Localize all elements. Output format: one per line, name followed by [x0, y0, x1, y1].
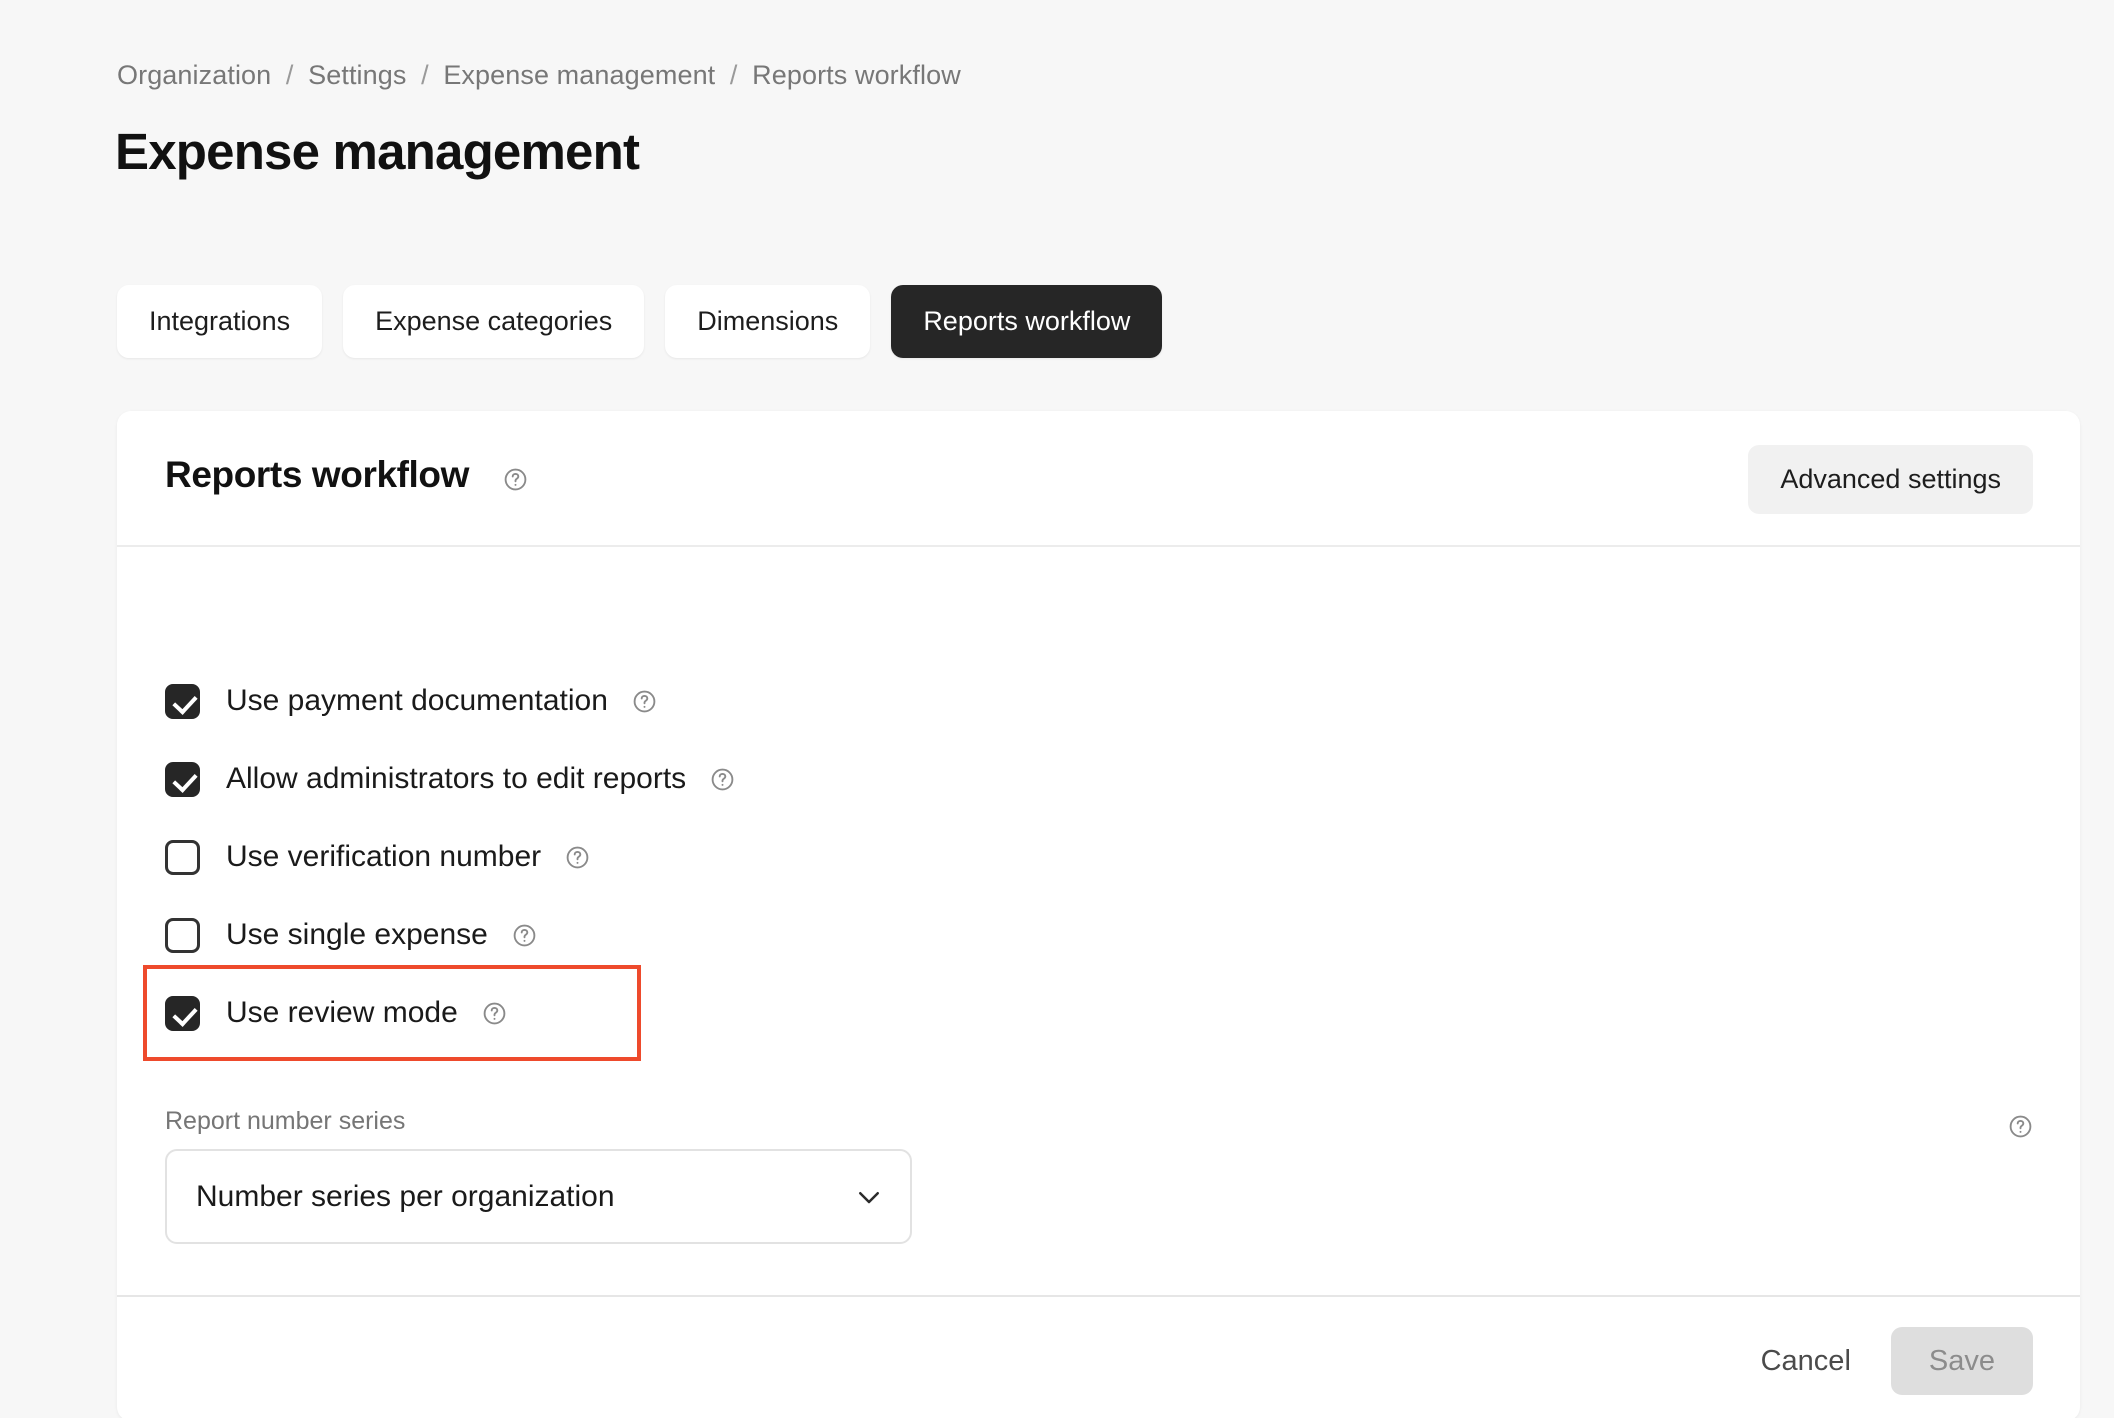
reports-workflow-card: Reports workflow Advanced settings Use p…	[117, 411, 2080, 1418]
cancel-button[interactable]: Cancel	[1739, 1327, 1873, 1395]
checkbox-label: Allow administrators to edit reports	[226, 762, 687, 795]
help-circle-icon[interactable]	[512, 923, 537, 948]
chevron-down-icon[interactable]	[854, 1182, 884, 1212]
workflow-options-list: Use payment documentation Allow administ…	[143, 662, 735, 1061]
checkbox-row-use-single-expense[interactable]: Use single expense	[165, 896, 537, 974]
tab-bar: Integrations Expense categories Dimensio…	[117, 285, 1163, 358]
report-number-series-select[interactable]: Number series per organization	[165, 1149, 912, 1244]
breadcrumb-item-reports-workflow[interactable]: Reports workflow	[752, 60, 961, 90]
checkbox-use-single-expense[interactable]	[165, 917, 200, 953]
checkbox-row-use-review-mode[interactable]: Use review mode	[143, 965, 641, 1061]
checkbox-row-use-payment-documentation[interactable]: Use payment documentation	[165, 662, 657, 740]
help-circle-icon[interactable]	[565, 845, 590, 870]
breadcrumb-item-settings[interactable]: Settings	[308, 60, 406, 90]
checkbox-row-allow-administrators-to-edit-reports[interactable]: Allow administrators to edit reports	[165, 740, 735, 818]
report-number-series-field: Report number series Number series per o…	[165, 1107, 2033, 1244]
help-circle-icon[interactable]	[632, 689, 657, 714]
breadcrumb-item-organization[interactable]: Organization	[117, 60, 271, 90]
checkbox-label: Use single expense	[226, 918, 488, 951]
tab-expense-categories[interactable]: Expense categories	[343, 285, 645, 358]
checkbox-label: Use payment documentation	[226, 684, 608, 717]
report-number-series-label: Report number series	[165, 1107, 406, 1135]
advanced-settings-button[interactable]: Advanced settings	[1748, 445, 2033, 514]
breadcrumb-item-expense-management[interactable]: Expense management	[443, 60, 715, 90]
card-title: Reports workflow	[165, 454, 470, 495]
card-footer: Cancel Save	[117, 1295, 2080, 1418]
expense-management-page: Organization / Settings / Expense manage…	[0, 0, 2114, 1418]
checkbox-use-verification-number[interactable]	[165, 839, 200, 875]
breadcrumb-separator: /	[729, 60, 738, 90]
report-number-series-value: Number series per organization	[196, 1179, 615, 1213]
checkbox-label: Use verification number	[226, 840, 542, 873]
checkbox-label: Use review mode	[226, 996, 458, 1029]
help-circle-icon[interactable]	[482, 1001, 507, 1026]
help-circle-icon[interactable]	[503, 467, 528, 492]
tab-dimensions[interactable]: Dimensions	[665, 285, 871, 358]
checkbox-row-use-verification-number[interactable]: Use verification number	[165, 818, 590, 896]
checkbox-use-review-mode[interactable]	[165, 995, 200, 1031]
checkbox-allow-administrators-to-edit-reports[interactable]	[165, 761, 200, 797]
breadcrumb: Organization / Settings / Expense manage…	[117, 60, 961, 91]
footer-actions: Cancel Save	[1739, 1327, 2033, 1395]
save-button[interactable]: Save	[1890, 1327, 2033, 1395]
help-circle-icon[interactable]	[710, 767, 735, 792]
breadcrumb-separator: /	[421, 60, 429, 90]
tab-reports-workflow[interactable]: Reports workflow	[891, 285, 1163, 358]
page-title: Expense management	[115, 123, 640, 180]
help-circle-icon[interactable]	[2008, 1114, 2033, 1139]
card-header: Reports workflow Advanced settings	[117, 411, 2080, 547]
tab-integrations[interactable]: Integrations	[117, 285, 323, 358]
checkbox-use-payment-documentation[interactable]	[165, 683, 200, 719]
breadcrumb-separator: /	[285, 60, 294, 90]
